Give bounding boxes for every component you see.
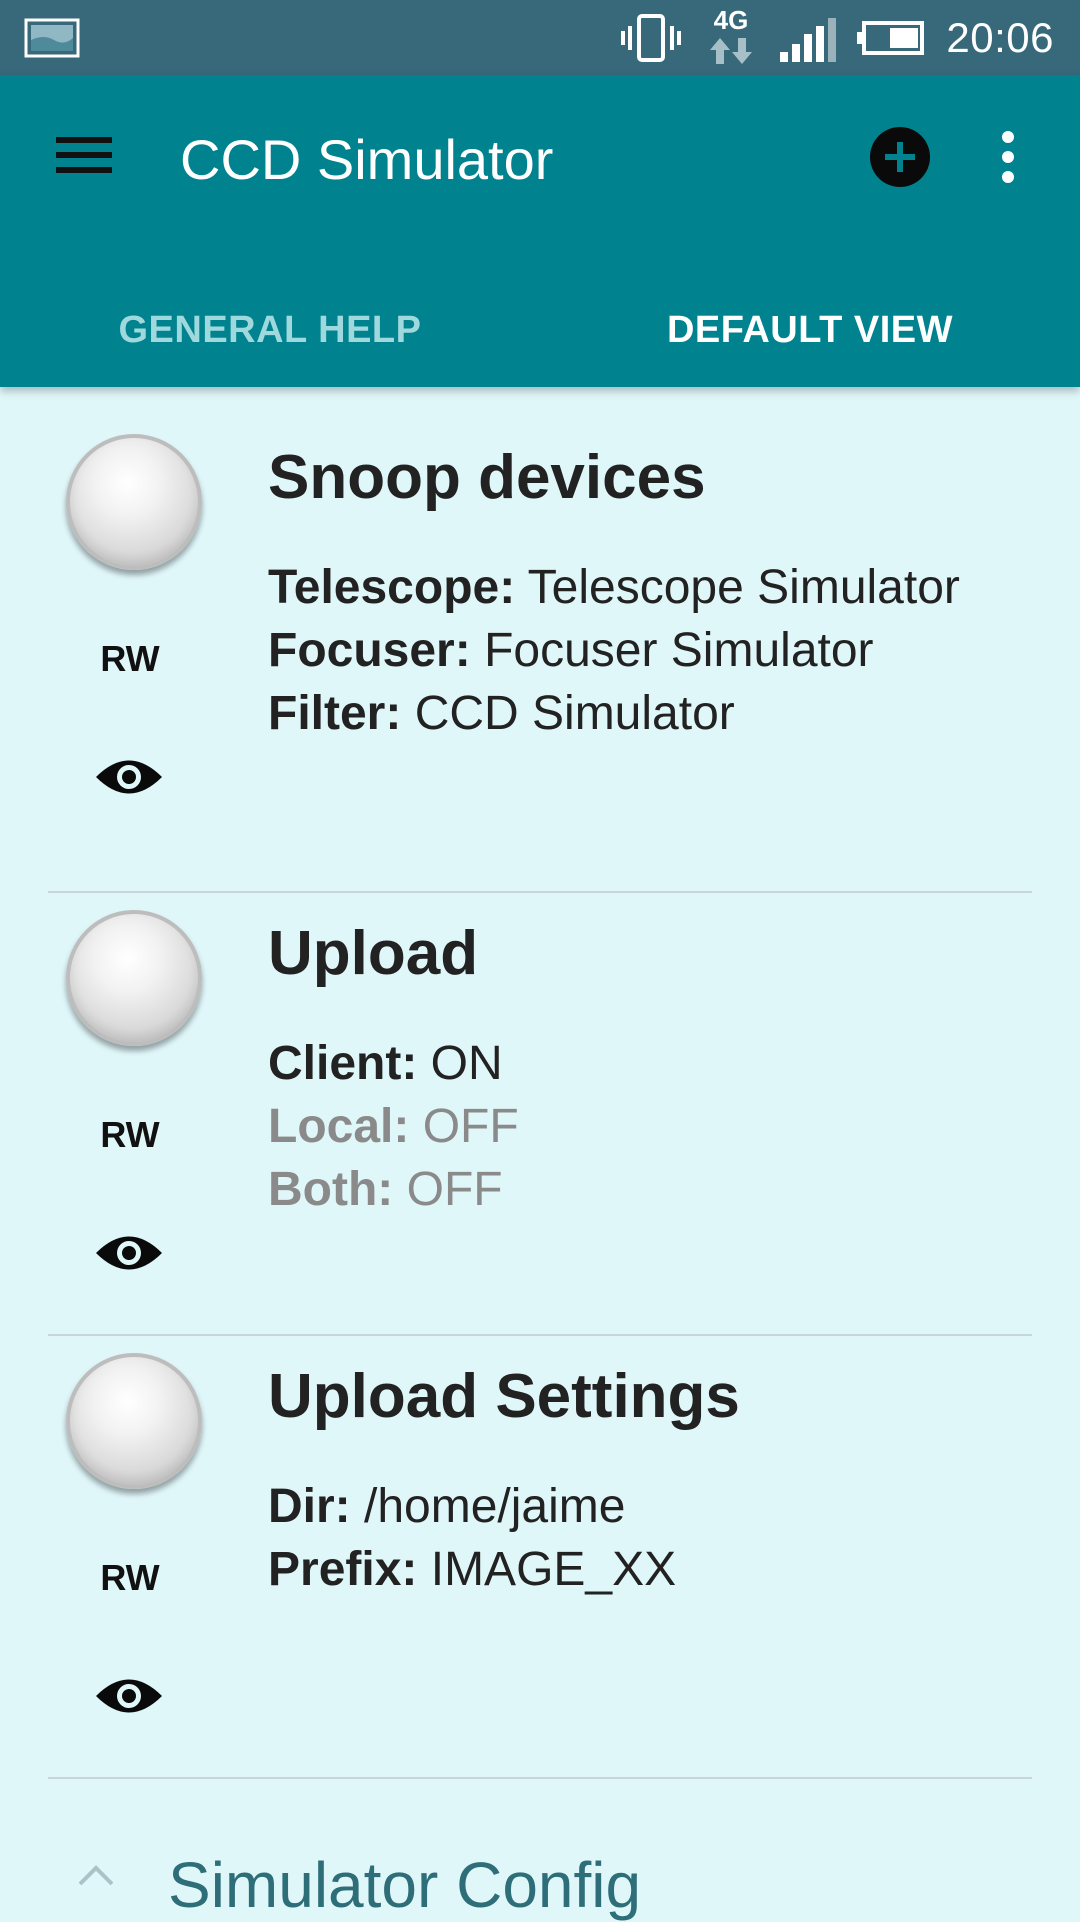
- menu-icon[interactable]: [56, 135, 112, 175]
- property-values: Telescope: Telescope Simulator Focuser: …: [268, 556, 968, 745]
- item-key: Prefix:: [268, 1543, 418, 1596]
- add-icon[interactable]: [870, 127, 930, 187]
- item-value: /home/jaime: [364, 1480, 626, 1533]
- section-title-simulator-config[interactable]: Simulator Config: [168, 1848, 641, 1922]
- item-value: Telescope Simulator: [527, 561, 960, 614]
- property-item: Local: OFF: [268, 1095, 968, 1158]
- property-item: Client: ON: [268, 1032, 968, 1095]
- property-title: Upload: [268, 919, 479, 988]
- permission-label: RW: [100, 1557, 160, 1598]
- property-title: Upload Settings: [268, 1362, 740, 1431]
- divider: [48, 891, 1032, 893]
- eye-icon[interactable]: [94, 1228, 164, 1278]
- vibrate-icon: [621, 14, 681, 62]
- item-value: ON: [430, 1037, 503, 1090]
- property-title: Snoop devices: [268, 443, 706, 512]
- tab-general-help[interactable]: GENERAL HELP: [0, 275, 540, 385]
- permission-label: RW: [100, 1114, 160, 1155]
- divider: [48, 1777, 1032, 1779]
- item-value: OFF: [422, 1100, 519, 1153]
- eye-icon[interactable]: [94, 752, 164, 802]
- app-title: CCD Simulator: [180, 128, 554, 191]
- property-item: Both: OFF: [268, 1158, 968, 1221]
- property-item: Prefix: IMAGE_XX: [268, 1538, 968, 1601]
- property-item: Dir: /home/jaime: [268, 1475, 968, 1538]
- tab-label: DEFAULT VIEW: [666, 308, 954, 351]
- item-key: Dir:: [268, 1480, 351, 1533]
- signal-icon: [780, 18, 836, 62]
- item-value: CCD Simulator: [414, 687, 735, 740]
- item-value: OFF: [406, 1163, 503, 1216]
- status-light: [66, 1353, 202, 1489]
- eye-icon[interactable]: [94, 1671, 164, 1721]
- item-key: Telescope:: [268, 561, 516, 614]
- battery-icon: [857, 21, 924, 55]
- overflow-menu-icon[interactable]: [990, 127, 1026, 187]
- chevron-up-icon[interactable]: [76, 1862, 116, 1888]
- data-arrows-icon: [710, 38, 752, 64]
- clock: 20:06: [946, 14, 1054, 61]
- item-key: Focuser:: [268, 624, 471, 677]
- property-values: Dir: /home/jaime Prefix: IMAGE_XX: [268, 1475, 968, 1601]
- status-light: [66, 910, 202, 1046]
- item-key: Client:: [268, 1037, 418, 1090]
- tab-default-view[interactable]: DEFAULT VIEW: [540, 275, 1080, 385]
- status-bar: 4G 20:06: [0, 0, 1080, 75]
- status-light: [66, 434, 202, 570]
- divider: [48, 1334, 1032, 1336]
- item-key: Filter:: [268, 687, 402, 740]
- item-value: Focuser Simulator: [484, 624, 874, 677]
- item-value: IMAGE_XX: [430, 1543, 677, 1596]
- item-key: Both:: [268, 1163, 394, 1216]
- property-values: Client: ON Local: OFF Both: OFF: [268, 1032, 968, 1221]
- app-bar: CCD Simulator GENERAL HELP DEFAULT VIEW: [0, 75, 1080, 387]
- property-item: Focuser: Focuser Simulator: [268, 619, 968, 682]
- property-item: Telescope: Telescope Simulator: [268, 556, 968, 619]
- item-key: Local:: [268, 1100, 410, 1153]
- tab-label: GENERAL HELP: [118, 308, 422, 351]
- permission-label: RW: [100, 638, 160, 679]
- network-4g-icon: 4G: [706, 6, 756, 70]
- network-label: 4G: [713, 5, 749, 35]
- image-thumbnail-icon: [24, 18, 80, 58]
- property-item: Filter: CCD Simulator: [268, 682, 968, 745]
